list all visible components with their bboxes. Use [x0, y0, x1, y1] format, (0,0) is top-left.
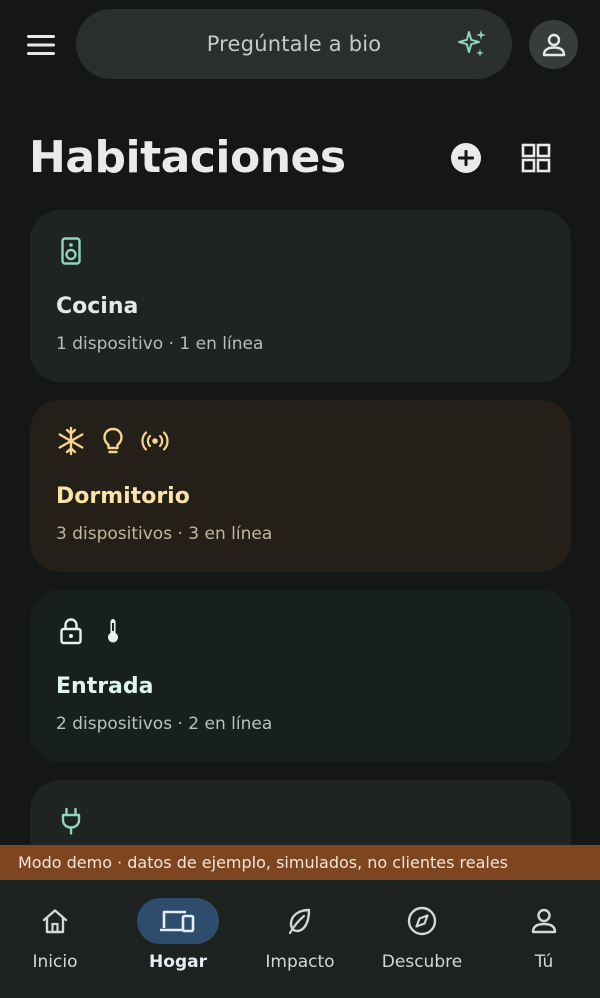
search-bar[interactable]: Pregúntale a bio [76, 9, 512, 79]
thermometer-icon [108, 619, 118, 643]
snowflake-icon [58, 426, 84, 456]
room-name: Dormitorio [56, 484, 190, 509]
leaf-icon [288, 908, 311, 935]
room-name: Cocina [56, 294, 139, 319]
nav-label: Tú [534, 952, 554, 972]
search-placeholder: Pregúntale a bio [206, 32, 382, 56]
nav-item-impacto[interactable]: Impacto [240, 898, 360, 988]
room-device-summary: 1 dispositivo · 1 en línea [56, 334, 264, 354]
nav-icon-container [259, 898, 341, 944]
grid-view-button[interactable] [518, 140, 554, 176]
room-card-entrada[interactable]: Entrada 2 dispositivos · 2 en línea [30, 590, 571, 762]
demo-mode-text: Modo demo · datos de ejemplo, simulados,… [18, 853, 509, 872]
bottom-navigation: Inicio Hogar Impacto Descubre Tú [0, 880, 600, 998]
room-device-summary: 2 dispositivos · 2 en línea [56, 714, 273, 734]
nav-label: Descubre [381, 952, 463, 972]
nav-item-tu[interactable]: Tú [484, 898, 600, 988]
person-icon [542, 33, 565, 56]
page-title: Habitaciones [29, 132, 346, 183]
person-icon [531, 908, 557, 934]
room-device-icons [56, 236, 86, 266]
nav-item-hogar[interactable]: Hogar [118, 898, 238, 988]
room-device-icons [56, 426, 170, 456]
home-icon [42, 909, 68, 934]
room-device-summary: 3 dispositivos · 3 en línea [56, 524, 273, 544]
room-device-icons [56, 806, 86, 836]
room-device-icons [56, 616, 128, 646]
menu-icon [27, 35, 55, 55]
nav-item-inicio[interactable]: Inicio [0, 898, 115, 988]
menu-button[interactable] [22, 29, 60, 61]
sensor-icon [141, 431, 169, 451]
sparkle-icon[interactable] [456, 28, 488, 60]
plug-icon [61, 807, 81, 835]
nav-icon-container [381, 898, 463, 944]
lightbulb-icon [103, 427, 123, 454]
add-room-button[interactable] [448, 140, 484, 176]
nav-icon-container [137, 898, 219, 944]
nav-label: Impacto [265, 952, 335, 972]
profile-avatar[interactable] [529, 20, 578, 69]
nav-icon-container [503, 898, 585, 944]
devices-icon [160, 910, 195, 933]
room-card-cocina[interactable]: Cocina 1 dispositivo · 1 en línea [30, 210, 571, 382]
nav-item-descubre[interactable]: Descubre [362, 898, 482, 988]
demo-mode-banner: Modo demo · datos de ejemplo, simulados,… [0, 845, 600, 880]
lock-icon [60, 618, 82, 645]
nav-label: Hogar [149, 952, 207, 972]
compass-icon [407, 906, 437, 936]
speaker-icon [61, 237, 81, 265]
nav-icon-container [14, 898, 96, 944]
room-name: Entrada [56, 674, 154, 699]
room-card-dormitorio[interactable]: Dormitorio 3 dispositivos · 3 en línea [30, 400, 571, 572]
app-root: Pregúntale a bio Habitaciones Cocina 1 d… [0, 0, 600, 998]
nav-label: Inicio [32, 952, 78, 972]
